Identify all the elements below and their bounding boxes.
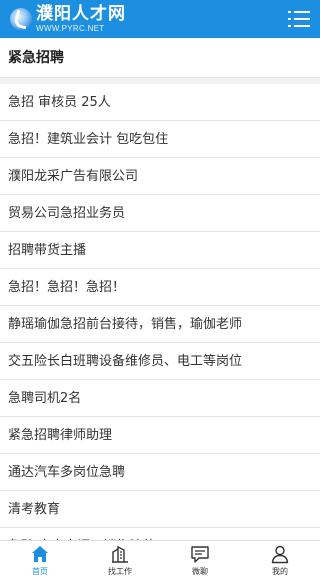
logo-title: 濮阳人才网 — [36, 3, 126, 24]
job-item[interactable]: 清考教育 — [0, 491, 320, 528]
nav-home[interactable]: 首页 — [0, 541, 80, 580]
job-item[interactable]: 急招 审核员 25人 — [0, 84, 320, 121]
nav-find-job[interactable]: 找工作 — [80, 541, 160, 580]
job-item[interactable]: 急聘司机2名 — [0, 380, 320, 417]
nav-mine-label: 我的 — [272, 567, 288, 576]
nav-chat-label: 微聊 — [192, 567, 208, 576]
job-item[interactable]: 急聘 中央空调，销售精英 — [0, 528, 320, 540]
site-logo[interactable]: 濮阳人才网 WWW.PYRC.NET — [10, 4, 126, 34]
job-item[interactable]: 紧急招聘律师助理 — [0, 417, 320, 454]
nav-mine[interactable]: 我的 — [240, 541, 320, 580]
job-item[interactable]: 急招！急招！急招！ — [0, 269, 320, 306]
user-icon — [271, 545, 289, 564]
building-icon — [112, 545, 128, 563]
job-item[interactable]: 交五险长白班聘设备维修员、电工等岗位 — [0, 343, 320, 380]
job-item[interactable]: 招聘带货主播 — [0, 232, 320, 269]
menu-icon[interactable] — [288, 9, 310, 29]
nav-find-job-label: 找工作 — [108, 567, 132, 576]
logo-text: 濮阳人才网 WWW.PYRC.NET — [36, 3, 126, 33]
job-item[interactable]: 通达汽车多岗位急聘 — [0, 454, 320, 491]
nav-chat[interactable]: 微聊 — [160, 541, 240, 580]
bottom-nav: 首页 找工作 微聊 我的 — [0, 540, 320, 580]
app-header: 濮阳人才网 WWW.PYRC.NET — [0, 0, 320, 38]
section-title: 紧急招聘 — [0, 38, 320, 78]
job-item[interactable]: 贸易公司急招业务员 — [0, 195, 320, 232]
job-list[interactable]: 急招 审核员 25人 急招！建筑业会计 包吃包住 濮阳龙采广告有限公司 贸易公司… — [0, 84, 320, 540]
logo-globe-icon — [10, 8, 32, 30]
job-item[interactable]: 静瑶瑜伽急招前台接待，销售，瑜伽老师 — [0, 306, 320, 343]
nav-home-label: 首页 — [32, 567, 48, 576]
job-item[interactable]: 濮阳龙采广告有限公司 — [0, 158, 320, 195]
home-icon — [32, 546, 48, 562]
chat-icon — [191, 546, 209, 563]
job-item[interactable]: 急招！建筑业会计 包吃包住 — [0, 121, 320, 158]
logo-url: WWW.PYRC.NET — [36, 23, 105, 33]
